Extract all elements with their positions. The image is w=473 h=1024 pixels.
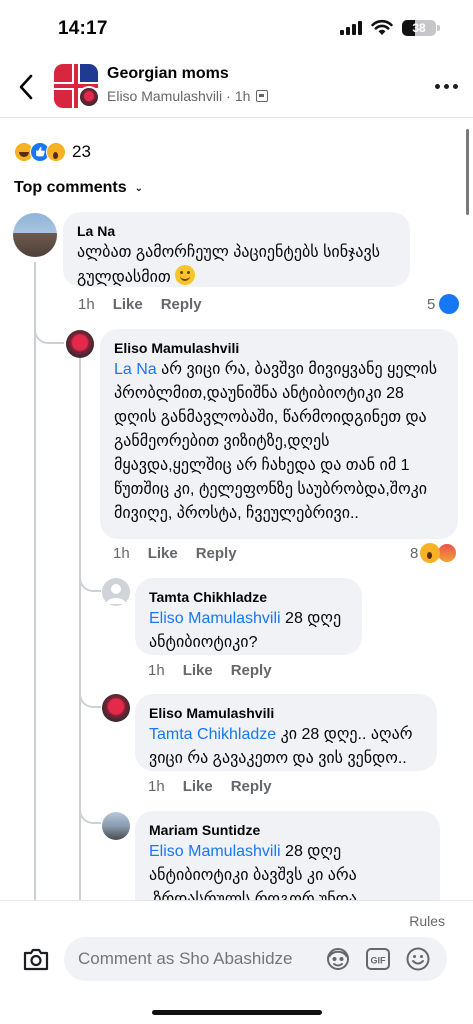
comment-sort-dropdown[interactable]: Top comments ⌄ bbox=[14, 179, 143, 197]
comment-author[interactable]: Eliso Mamulashvili bbox=[114, 338, 444, 358]
reaction-summary[interactable]: 23 bbox=[14, 141, 91, 163]
comment-time: 1h bbox=[148, 662, 165, 679]
mention-link[interactable]: Eliso Mamulashvili bbox=[149, 843, 281, 860]
post-header: Georgian moms Eliso Mamulashvili · 1h bbox=[0, 54, 473, 118]
smiley-emoji-icon bbox=[175, 265, 196, 285]
like-button[interactable]: Like bbox=[183, 662, 213, 679]
mention-link[interactable]: La Na bbox=[114, 361, 157, 378]
comment-bubble: Eliso Mamulashvili Tamta Chikhladze კი 2… bbox=[135, 694, 437, 771]
comment-time: 1h bbox=[113, 545, 130, 562]
comment-actions: 1h Like Reply bbox=[148, 662, 272, 679]
poster-avatar[interactable] bbox=[78, 86, 100, 108]
comment-text: ალბათ გამორჩეულ პაციენტებს სინჯავს გულდა… bbox=[77, 244, 381, 286]
mention-link[interactable]: Eliso Mamulashvili bbox=[149, 610, 281, 627]
comment-author[interactable]: Mariam Suntidze bbox=[149, 820, 426, 840]
comment-time: 1h bbox=[78, 296, 95, 313]
emoji-icon[interactable] bbox=[405, 946, 431, 972]
more-icon[interactable] bbox=[432, 78, 460, 94]
thread-line bbox=[34, 262, 36, 902]
meta-separator: · bbox=[226, 88, 231, 104]
comment-author[interactable]: Eliso Mamulashvili bbox=[149, 703, 423, 723]
group-name[interactable]: Georgian moms bbox=[107, 65, 229, 83]
wow-reaction-icon bbox=[420, 543, 441, 563]
gif-label: GIF bbox=[371, 956, 387, 966]
thread-line bbox=[79, 358, 81, 902]
avatar[interactable] bbox=[13, 213, 57, 257]
avatar-sticker-icon[interactable] bbox=[325, 946, 351, 972]
signal-icon bbox=[340, 21, 364, 35]
post-time: 1h bbox=[234, 88, 251, 104]
thread-connector bbox=[34, 318, 64, 344]
avatar[interactable] bbox=[102, 694, 130, 722]
like-button[interactable]: Like bbox=[148, 545, 178, 562]
wifi-icon bbox=[371, 19, 393, 35]
mention-link[interactable]: Tamta Chikhladze bbox=[149, 726, 276, 743]
comment-text: La Na არ ვიცი რა, ბავშვი მივიყვანე ყელის… bbox=[114, 361, 438, 522]
thread-connector bbox=[79, 686, 101, 708]
rules-link[interactable]: Rules bbox=[409, 913, 445, 929]
gif-icon[interactable]: GIF bbox=[365, 946, 391, 972]
post-meta: Eliso Mamulashvili · 1h bbox=[107, 88, 269, 104]
like-button[interactable]: Like bbox=[183, 778, 213, 795]
status-bar: 14:17 38 bbox=[0, 0, 473, 54]
comment-actions: 1h Like Reply bbox=[78, 296, 202, 313]
comment-text: Tamta Chikhladze კი 28 დღე.. აღარ ვიცი რ… bbox=[149, 726, 413, 767]
comment-bubble: La Na ალბათ გამორჩეულ პაციენტებს სინჯავს… bbox=[63, 212, 410, 287]
comment-actions: 1h Like Reply bbox=[113, 545, 237, 562]
reply-button[interactable]: Reply bbox=[231, 662, 272, 679]
wow-reaction-icon bbox=[46, 142, 66, 162]
reply-button[interactable]: Reply bbox=[196, 545, 237, 562]
camera-icon[interactable] bbox=[22, 946, 50, 972]
status-time: 14:17 bbox=[58, 18, 108, 39]
reply-button[interactable]: Reply bbox=[161, 296, 202, 313]
battery-level: 38 bbox=[412, 21, 426, 35]
reaction-count: 8 bbox=[410, 544, 419, 562]
comment-time: 1h bbox=[148, 778, 165, 795]
reaction-count: 23 bbox=[72, 142, 91, 161]
comment-bubble: Tamta Chikhladze Eliso Mamulashvili 28 დ… bbox=[135, 578, 362, 655]
comment-author[interactable]: La Na bbox=[77, 221, 396, 241]
comment-reactions[interactable]: 8 bbox=[410, 543, 458, 563]
reaction-count: 5 bbox=[427, 295, 436, 313]
poster-name[interactable]: Eliso Mamulashvili bbox=[107, 88, 222, 104]
like-reaction-icon bbox=[439, 294, 460, 314]
home-indicator bbox=[152, 1010, 322, 1015]
composer-icons: GIF bbox=[325, 946, 431, 972]
comment-text: Eliso Mamulashvili 28 დღე ანტიბიოტიკი? bbox=[149, 610, 342, 651]
angry-reaction-icon bbox=[437, 543, 458, 563]
comment-author[interactable]: Tamta Chikhladze bbox=[149, 587, 348, 607]
avatar[interactable] bbox=[66, 330, 94, 358]
scrollbar[interactable] bbox=[466, 129, 469, 215]
back-arrow-icon[interactable] bbox=[14, 71, 42, 103]
comment-reactions[interactable]: 5 bbox=[427, 294, 460, 314]
avatar[interactable] bbox=[102, 812, 130, 840]
thread-connector bbox=[79, 570, 101, 592]
sort-label: Top comments bbox=[14, 179, 127, 196]
like-button[interactable]: Like bbox=[113, 296, 143, 313]
battery-icon: 38 bbox=[402, 20, 436, 36]
thread-connector bbox=[79, 802, 101, 824]
avatar[interactable] bbox=[102, 578, 130, 606]
reply-button[interactable]: Reply bbox=[231, 778, 272, 795]
comment-actions: 1h Like Reply bbox=[148, 778, 272, 795]
comment-bubble: Eliso Mamulashvili La Na არ ვიცი რა, ბავ… bbox=[100, 329, 458, 539]
comment-composer: Rules GIF bbox=[0, 900, 473, 1024]
chevron-down-icon: ⌄ bbox=[134, 182, 143, 194]
group-privacy-icon bbox=[256, 90, 269, 102]
